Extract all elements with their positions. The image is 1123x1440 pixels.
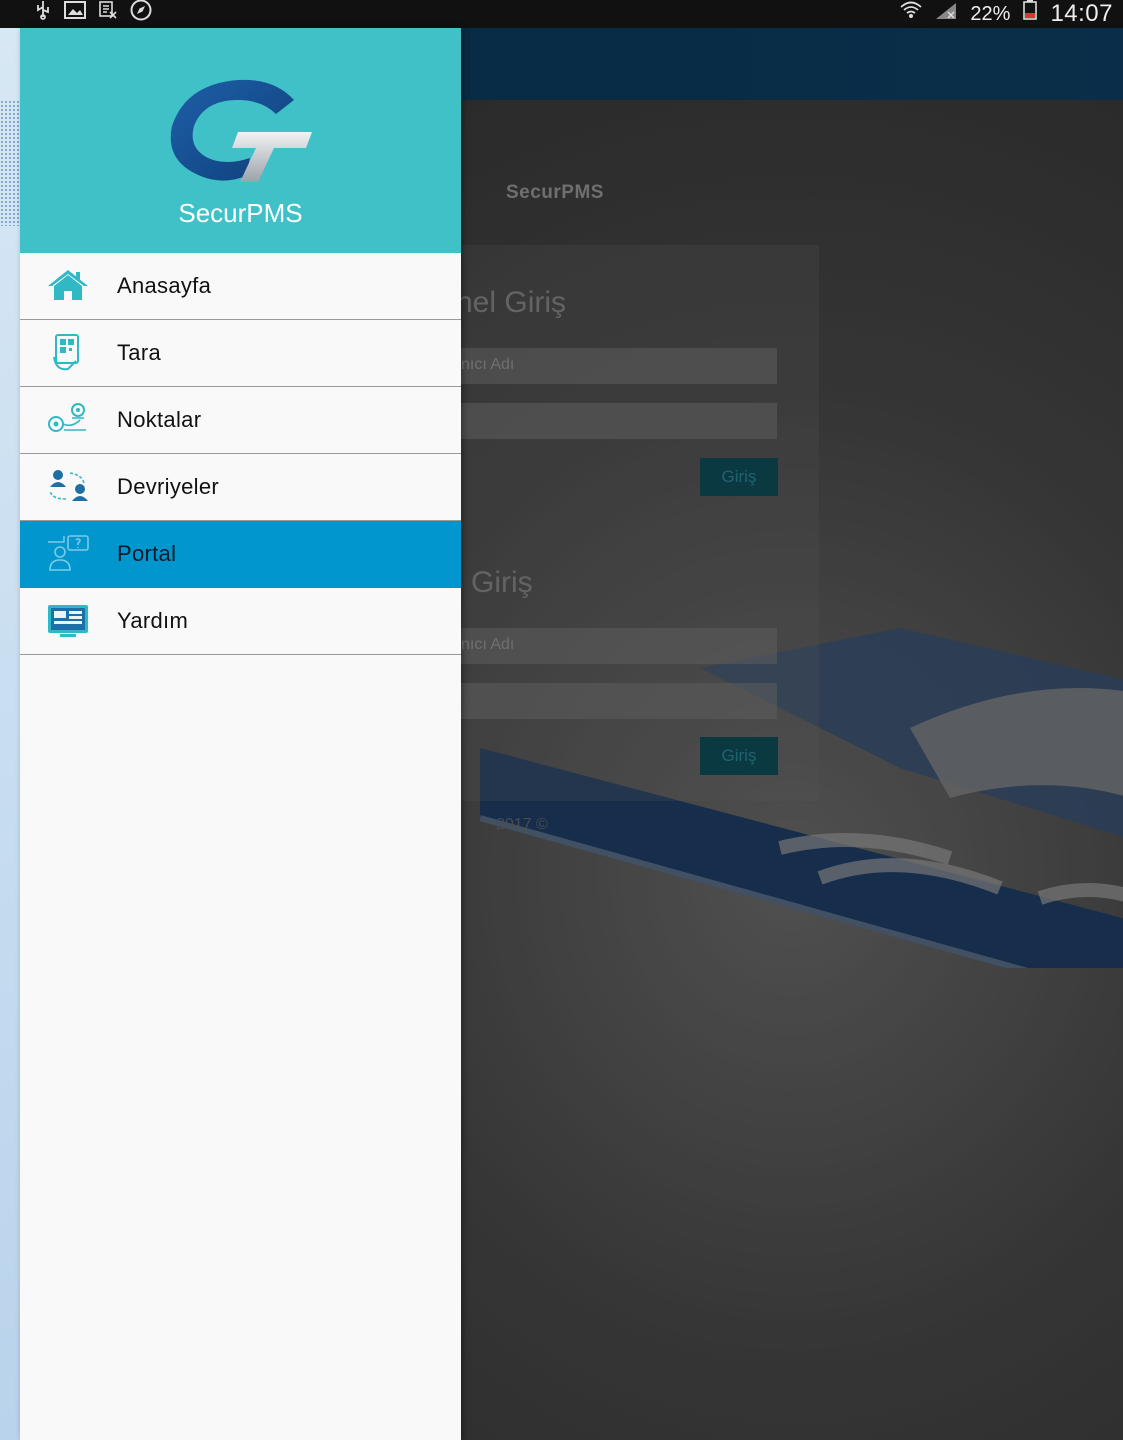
- wifi-icon: [900, 0, 923, 28]
- status-bar-edge: [0, 0, 20, 28]
- menu-item-noktalar[interactable]: Noktalar: [20, 387, 461, 454]
- menu-item-label: Tara: [117, 340, 161, 365]
- navigation-drawer: SecurPMS Anasayfa Tara Noktalar Devriyel…: [20, 28, 461, 1440]
- home-icon: [48, 270, 88, 300]
- drawer-title: SecurPMS: [178, 198, 303, 228]
- drawer-header: SecurPMS: [20, 28, 461, 253]
- menu-item-label: Devriyeler: [117, 474, 220, 499]
- qr-scan-icon: [53, 334, 79, 371]
- status-bar: 22% 14:07: [20, 0, 1123, 28]
- menu-item-label: Yardım: [117, 608, 189, 633]
- menu-item-label: Noktalar: [117, 407, 202, 432]
- status-bar-left: [34, 0, 152, 29]
- menu-item-devriyeler[interactable]: Devriyeler: [20, 454, 461, 521]
- securpms-logo-icon: [170, 79, 312, 182]
- usb-icon: [34, 0, 52, 28]
- menu-item-label: Anasayfa: [117, 273, 212, 298]
- clock: 14:07: [1050, 0, 1113, 27]
- left-edge-pattern: [0, 100, 20, 226]
- portal-support-icon: [48, 535, 89, 571]
- compass-icon: [130, 0, 152, 29]
- patrol-users-icon: [49, 470, 88, 501]
- image-icon: [64, 0, 86, 28]
- help-screen-icon: [48, 605, 88, 637]
- menu-item-anasayfa[interactable]: Anasayfa: [20, 253, 461, 320]
- signal-icon: [934, 0, 958, 28]
- menu-item-yardim[interactable]: Yardım: [20, 588, 461, 655]
- screenshot-icon: [98, 0, 118, 28]
- battery-icon: [1022, 0, 1038, 29]
- menu-item-label: Portal: [117, 541, 177, 566]
- location-points-icon: [48, 403, 86, 432]
- drawer-menu: Anasayfa Tara Noktalar Devriyeler Portal…: [20, 253, 461, 655]
- menu-item-portal[interactable]: Portal: [20, 521, 461, 588]
- status-bar-right: 22% 14:07: [900, 0, 1113, 29]
- battery-percent: 22%: [970, 2, 1011, 25]
- menu-item-tara[interactable]: Tara: [20, 320, 461, 387]
